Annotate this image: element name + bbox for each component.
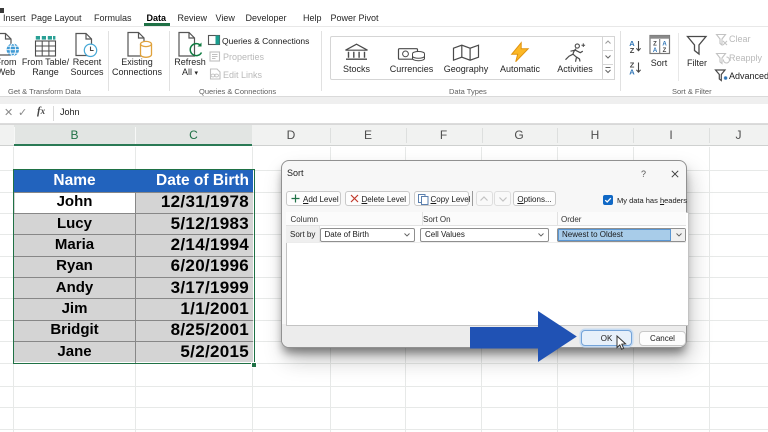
svg-text:A: A [653,48,658,54]
svg-text:Z: Z [653,42,657,48]
svg-text:Z: Z [630,46,635,55]
svg-text:Z: Z [663,48,667,54]
svg-text:A: A [662,42,667,48]
svg-text:A: A [629,67,635,76]
